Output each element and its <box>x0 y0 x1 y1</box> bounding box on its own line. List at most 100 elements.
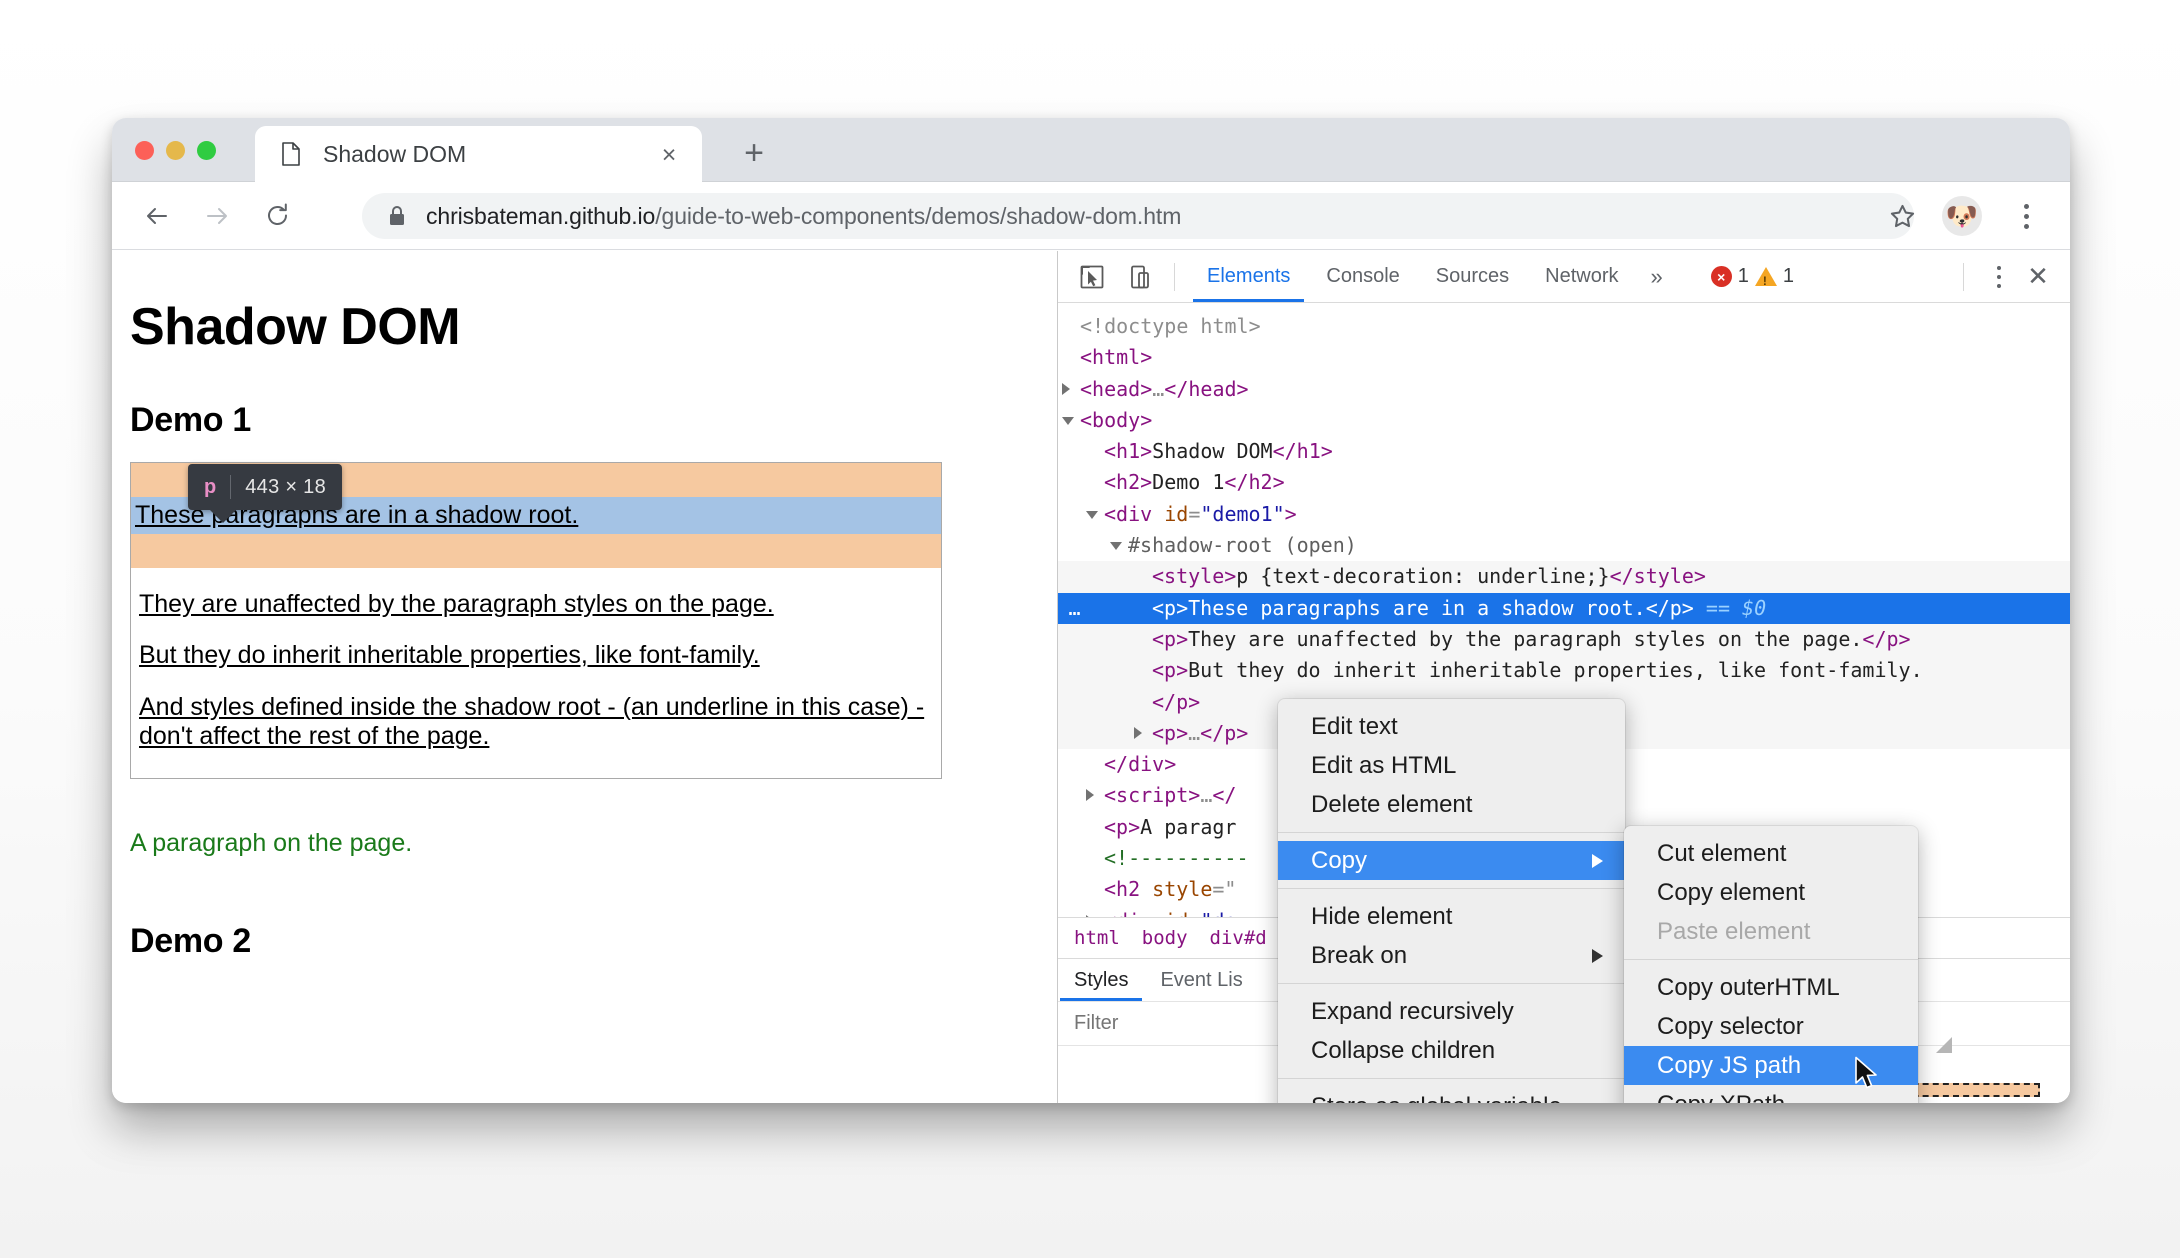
submenu-item-copy-selector[interactable]: Copy selector <box>1624 1007 1918 1046</box>
tab-event-listeners[interactable]: Event Lis <box>1144 959 1258 1001</box>
menu-item-hide-element[interactable]: Hide element <box>1278 897 1625 936</box>
dom-node[interactable]: #shadow-root (open) <box>1058 530 2070 561</box>
dom-node-text: <h2 style=" <box>1104 877 1237 902</box>
breadcrumb-item-div[interactable]: div#d <box>1210 927 1267 949</box>
browser-toolbar: chrisbateman.github.io/guide-to-web-comp… <box>112 182 2070 250</box>
submenu-item-paste-element: Paste element <box>1657 918 1811 945</box>
url-text: chrisbateman.github.io/guide-to-web-comp… <box>426 203 1181 230</box>
back-button[interactable] <box>134 193 180 239</box>
breadcrumb-item-html[interactable]: html <box>1074 927 1120 949</box>
dom-node-text: <h1>Shadow DOM</h1> <box>1104 439 1333 464</box>
dom-node[interactable]: … <p>These paragraphs are in a shadow roo… <box>1058 592 2070 624</box>
menu-separator <box>1278 888 1625 889</box>
submenu-item-copy-element[interactable]: Copy element <box>1624 873 1918 912</box>
issue-counters[interactable]: × 1 ! 1 <box>1710 265 1794 288</box>
dom-node[interactable]: <div id="demo1"> <box>1058 499 2070 530</box>
collapse-triangle-icon[interactable] <box>1062 416 1074 431</box>
collapse-triangle-icon[interactable] <box>1086 510 1098 525</box>
maximize-window-button[interactable] <box>197 141 216 160</box>
dom-node-text: #shadow-root (open) <box>1128 533 1357 558</box>
dom-node-text: <html> <box>1080 345 1153 370</box>
dom-node[interactable]: <style>p {text-decoration: underline;}</… <box>1058 561 2070 593</box>
submenu-item-copy-outerhtml[interactable]: Copy outerHTML <box>1624 968 1918 1007</box>
menu-item-collapse-children[interactable]: Collapse children <box>1278 1031 1625 1070</box>
submenu-item-cut-element[interactable]: Cut element <box>1624 834 1918 873</box>
dom-node-text: <div id="de <box>1104 909 1236 917</box>
mouse-cursor <box>1855 1056 1877 1089</box>
menu-separator <box>1278 832 1625 833</box>
dom-node[interactable]: <p>But they do inherit inheritable prope… <box>1058 655 2070 687</box>
dom-node[interactable]: <body> <box>1058 405 2070 436</box>
breadcrumb-item-body[interactable]: body <box>1142 927 1188 949</box>
close-devtools-icon[interactable]: ✕ <box>2020 259 2056 295</box>
toolbar-divider <box>1963 262 1964 291</box>
submenu-arrow-icon <box>1592 949 1603 963</box>
url-domain: chrisbateman.github.io <box>426 202 656 229</box>
resize-grip[interactable] <box>1936 1037 1952 1053</box>
submenu-arrow-icon <box>1592 854 1603 868</box>
dom-node-text: </div> <box>1104 752 1177 777</box>
forward-button[interactable] <box>194 193 240 239</box>
tab-styles[interactable]: Styles <box>1058 959 1144 1001</box>
error-icon: × <box>1710 266 1732 287</box>
tab-sources[interactable]: Sources <box>1418 251 1527 302</box>
dom-node[interactable]: <head>…</head> <box>1058 374 2070 405</box>
inspect-tooltip-divider <box>230 475 232 499</box>
window-traffic-lights <box>135 141 216 160</box>
shadow-paragraph: They are unaffected by the paragraph sty… <box>139 589 774 618</box>
dom-node-text: <!---------- <box>1104 846 1249 871</box>
dom-node-text: <p>A paragr <box>1104 814 1237 839</box>
dom-node[interactable]: <h2>Demo 1</h2> <box>1058 467 2070 498</box>
truncation-ellipsis: … <box>1068 595 1082 620</box>
dom-node-text: <head>…</head> <box>1080 376 1249 401</box>
reload-button[interactable] <box>254 193 300 239</box>
star-icon[interactable] <box>1882 196 1922 236</box>
devtools-menu-icon[interactable] <box>1982 257 2016 297</box>
minimize-window-button[interactable] <box>166 141 185 160</box>
tab-title: Shadow DOM <box>323 140 467 167</box>
tab-console[interactable]: Console <box>1308 251 1417 302</box>
collapse-triangle-icon[interactable] <box>1110 542 1122 556</box>
menu-separator <box>1278 1078 1625 1079</box>
tab-strip: Shadow DOM × + <box>112 118 2070 182</box>
dom-node[interactable]: <h1>Shadow DOM</h1> <box>1058 436 2070 467</box>
more-tabs-icon[interactable]: » <box>1637 264 1677 290</box>
dom-node-text: </p> <box>1152 689 1201 714</box>
tab-elements[interactable]: Elements <box>1189 251 1308 302</box>
close-window-button[interactable] <box>135 141 154 160</box>
menu-item-expand-recursively[interactable]: Expand recursively <box>1278 992 1625 1031</box>
inspect-element-icon[interactable] <box>1072 257 1112 297</box>
inspect-tooltip-pointer <box>210 510 236 523</box>
dom-node[interactable]: <html> <box>1058 342 2070 373</box>
warning-count: 1 <box>1782 265 1794 287</box>
browser-tab[interactable]: Shadow DOM × <box>255 126 702 182</box>
menu-item-delete-element[interactable]: Delete element <box>1278 785 1625 824</box>
page-title: Shadow DOM <box>130 298 461 356</box>
dom-node-text: <p>These paragraphs are in a shadow root… <box>1152 595 1767 620</box>
menu-item-edit-text[interactable]: Edit text <box>1278 707 1625 746</box>
inspect-tooltip-tag: p <box>204 475 217 498</box>
expand-triangle-icon[interactable] <box>1086 914 1094 917</box>
expand-triangle-icon[interactable] <box>1134 726 1142 739</box>
address-bar[interactable]: chrisbateman.github.io/guide-to-web-comp… <box>362 193 1914 239</box>
dom-node-text: <p>They are unaffected by the paragraph … <box>1152 626 1911 651</box>
dom-node[interactable]: <!doctype html> <box>1058 311 2070 342</box>
new-tab-button[interactable]: + <box>737 136 771 170</box>
context-menu[interactable]: Edit text Edit as HTML Delete element Copy H… <box>1278 699 1625 1103</box>
menu-separator <box>1624 959 1918 960</box>
menu-item-break-on[interactable]: Break on <box>1278 936 1625 975</box>
page-heading-demo2: Demo 2 <box>130 921 252 960</box>
menu-item-edit-as-html[interactable]: Edit as HTML <box>1278 746 1625 785</box>
dom-node[interactable]: <p>They are unaffected by the paragraph … <box>1058 623 2070 656</box>
avatar[interactable]: 🐶 <box>1942 196 1982 236</box>
expand-triangle-icon[interactable] <box>1086 789 1094 802</box>
menu-separator <box>1278 983 1625 984</box>
expand-triangle-icon[interactable] <box>1062 382 1070 395</box>
chrome-menu-icon[interactable] <box>2008 196 2044 236</box>
tab-network[interactable]: Network <box>1527 251 1636 302</box>
menu-item-store-as-global-variable[interactable]: Store as global variable <box>1278 1087 1625 1103</box>
device-toolbar-icon[interactable] <box>1120 257 1160 297</box>
menu-item-copy[interactable]: Copy <box>1278 841 1625 880</box>
close-tab-button[interactable]: × <box>656 142 682 168</box>
shadow-paragraph: But they do inherit inheritable properti… <box>139 641 760 669</box>
